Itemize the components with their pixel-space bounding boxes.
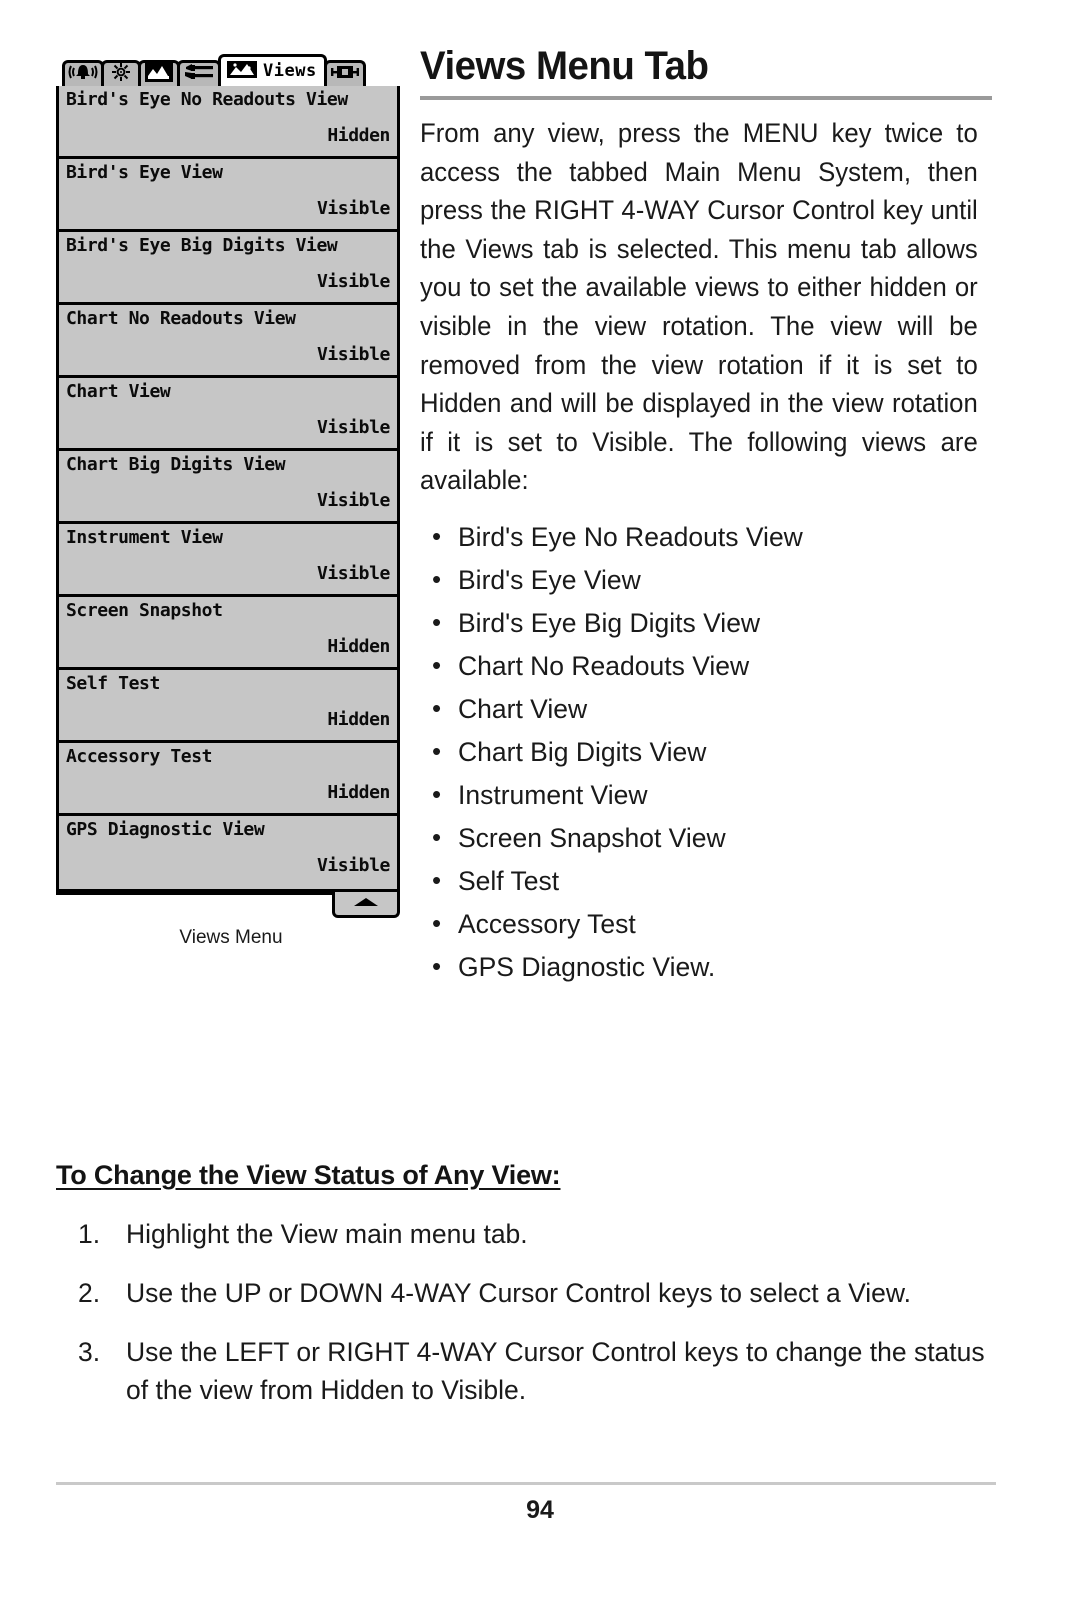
- menu-row[interactable]: Bird's Eye No Readouts View Hidden: [59, 86, 397, 159]
- menu-row-name: Screen Snapshot: [66, 600, 223, 621]
- footer-divider: [56, 1482, 996, 1485]
- menu-row-value: Visible: [316, 270, 390, 292]
- menu-row-value: Visible: [316, 854, 390, 876]
- views-menu-list[interactable]: Bird's Eye No Readouts View Hidden Bird'…: [56, 86, 400, 892]
- step-number: 1.: [78, 1219, 101, 1249]
- page-number: 94: [526, 1496, 554, 1524]
- tab-alarms[interactable]: [62, 60, 104, 86]
- views-screen-icon: [226, 59, 258, 85]
- menu-row-name: Accessory Test: [66, 746, 213, 767]
- menu-row[interactable]: GPS Diagnostic View Visible: [59, 816, 397, 889]
- menu-row-value: Visible: [316, 343, 390, 365]
- menu-row[interactable]: Self Test Hidden: [59, 670, 397, 743]
- menu-row[interactable]: Chart Big Digits View Visible: [59, 451, 397, 524]
- list-item: Screen Snapshot View: [428, 816, 995, 860]
- menu-row-name: Bird's Eye View: [66, 162, 223, 183]
- list-item: Accessory Test: [428, 902, 995, 946]
- menu-row[interactable]: Accessory Test Hidden: [59, 743, 397, 816]
- menu-row[interactable]: Bird's Eye View Visible: [59, 159, 397, 232]
- menu-row-value: Visible: [316, 416, 390, 438]
- menu-row-value: Visible: [316, 197, 390, 219]
- menu-row[interactable]: Chart View Visible: [59, 378, 397, 451]
- list-item: Bird's Eye View: [428, 558, 995, 602]
- menu-row[interactable]: Screen Snapshot Hidden: [59, 597, 397, 670]
- menu-row-name: Bird's Eye Big Digits View: [66, 235, 338, 256]
- list-item: Bird's Eye Big Digits View: [428, 601, 995, 645]
- step-number: 3.: [78, 1337, 101, 1367]
- list-item: GPS Diagnostic View.: [428, 945, 995, 989]
- intro-paragraph: From any view, press the MENU key twice …: [420, 118, 978, 496]
- list-item: 3. Use the LEFT or RIGHT 4-WAY Cursor Co…: [56, 1333, 996, 1409]
- menu-row-value: Hidden: [327, 781, 390, 803]
- menu-row-value: Hidden: [327, 708, 390, 730]
- list-item: Bird's Eye No Readouts View: [428, 515, 995, 559]
- menu-row-name: Chart Big Digits View: [66, 454, 286, 475]
- list-item: Chart Big Digits View: [428, 730, 995, 774]
- procedure-section: To Change the View Status of Any View: 1…: [56, 1160, 996, 1430]
- tab-views-label: Views: [263, 61, 317, 81]
- tab-views[interactable]: Views: [218, 54, 327, 86]
- scroll-up-arrow-icon: [349, 895, 383, 913]
- list-item: Self Test: [428, 859, 995, 903]
- tab-accessory[interactable]: [323, 60, 366, 87]
- tab-sonar[interactable]: [101, 60, 141, 86]
- tab-navigation[interactable]: [138, 60, 180, 86]
- menu-row-name: Bird's Eye No Readouts View: [66, 89, 348, 110]
- main-menu-tab-strip[interactable]: Views: [62, 52, 406, 86]
- figure-caption: Views Menu: [179, 927, 283, 948]
- menu-row-value: Hidden: [327, 635, 390, 657]
- setup-wrench-icon: [183, 62, 215, 87]
- available-views-list: Bird's Eye No Readouts View Bird's Eye V…: [420, 515, 995, 989]
- menu-row[interactable]: Chart No Readouts View Visible: [59, 305, 397, 378]
- sonar-sun-icon: [107, 62, 135, 87]
- list-item: 2. Use the UP or DOWN 4-WAY Cursor Contr…: [56, 1274, 996, 1312]
- navigation-chart-icon: [144, 62, 174, 88]
- procedure-steps: 1. Highlight the View main menu tab. 2. …: [56, 1215, 996, 1409]
- lcd-bottom-edge: [56, 892, 400, 918]
- procedure-heading: To Change the View Status of Any View:: [56, 1160, 561, 1190]
- list-item: Instrument View: [428, 773, 995, 817]
- list-item: Chart View: [428, 687, 995, 731]
- menu-row-name: Chart No Readouts View: [66, 308, 296, 329]
- heading-divider: [420, 96, 992, 100]
- article-body: Views Menu Tab From any view, press the …: [420, 46, 995, 989]
- menu-row-value: Visible: [316, 562, 390, 584]
- menu-row-name: Instrument View: [66, 527, 223, 548]
- menu-row-name: GPS Diagnostic View: [66, 819, 265, 840]
- alarm-bell-icon: [68, 62, 98, 87]
- step-text: Use the UP or DOWN 4-WAY Cursor Control …: [126, 1278, 911, 1308]
- step-number: 2.: [78, 1278, 101, 1308]
- scroll-indicator-tab[interactable]: [332, 892, 400, 918]
- page-title: Views Menu Tab: [420, 44, 709, 88]
- menu-row-value: Visible: [316, 489, 390, 511]
- menu-row[interactable]: Instrument View Visible: [59, 524, 397, 597]
- list-item: 1. Highlight the View main menu tab.: [56, 1215, 996, 1253]
- step-text: Highlight the View main menu tab.: [126, 1219, 528, 1249]
- views-menu-figure: Views Bird's Eye No Readouts View Hidden…: [56, 52, 406, 949]
- accessory-icon: [330, 62, 360, 87]
- menu-row-value: Hidden: [327, 124, 390, 146]
- menu-row[interactable]: Bird's Eye Big Digits View Visible: [59, 232, 397, 305]
- list-item: Chart No Readouts View: [428, 644, 995, 688]
- tab-setup[interactable]: [177, 60, 221, 86]
- menu-row-name: Chart View: [66, 381, 171, 402]
- step-text: Use the LEFT or RIGHT 4-WAY Cursor Contr…: [126, 1337, 985, 1405]
- menu-row-name: Self Test: [66, 673, 160, 694]
